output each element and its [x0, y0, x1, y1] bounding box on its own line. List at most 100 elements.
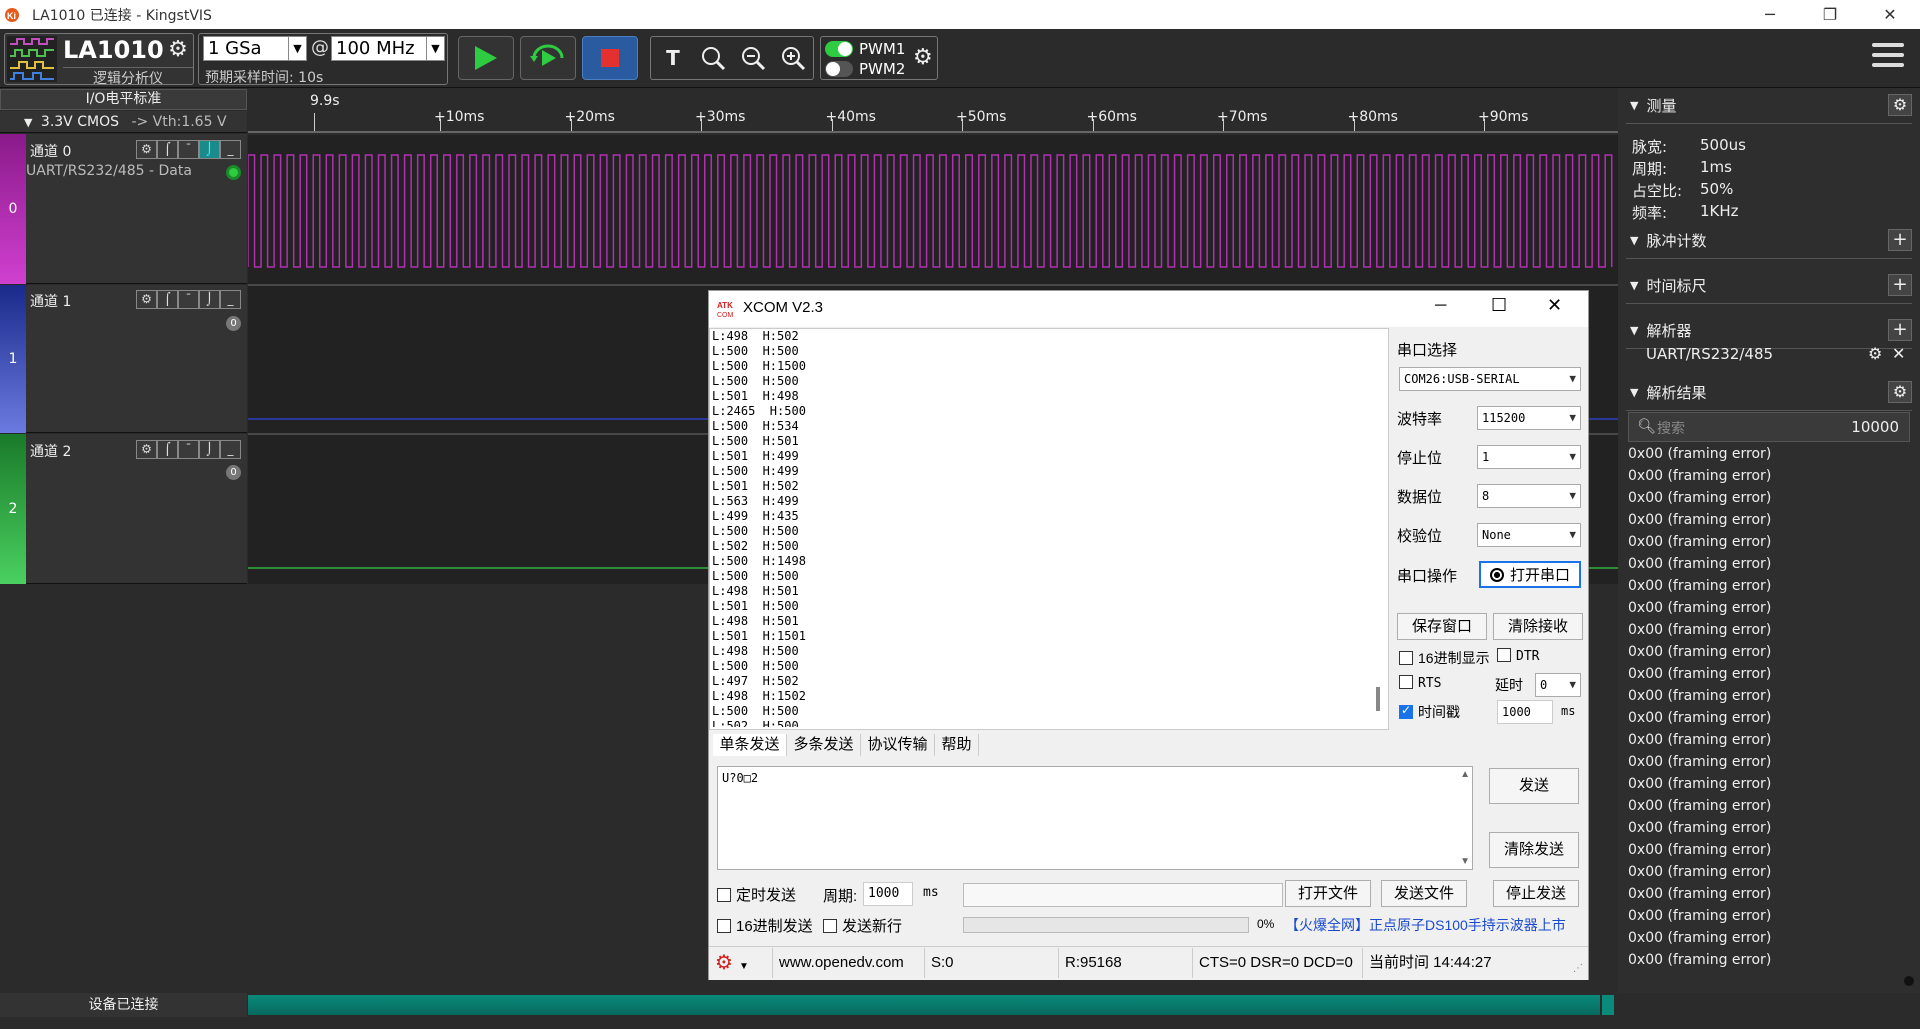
- stop-send-button[interactable]: 停止发送: [1493, 880, 1579, 907]
- add-pulse-count-button[interactable]: +: [1888, 229, 1912, 251]
- text-cursor-icon[interactable]: T: [655, 41, 691, 75]
- channel-2-high-level-icon[interactable]: ¯: [178, 440, 199, 459]
- dtr-checkbox[interactable]: DTR: [1497, 648, 1539, 664]
- result-row[interactable]: 0x00 (framing error): [1628, 490, 1771, 506]
- delay-select[interactable]: 0 ▼: [1535, 673, 1581, 697]
- pwm-settings-gear-icon[interactable]: ⚙: [913, 45, 933, 70]
- period-input[interactable]: 1000: [863, 882, 913, 906]
- hex-send-checkbox[interactable]: 16进制发送: [717, 915, 813, 936]
- rts-checkbox[interactable]: RTS: [1399, 675, 1441, 691]
- start-button[interactable]: [458, 36, 514, 80]
- clear-receive-button[interactable]: 清除接收: [1493, 613, 1583, 640]
- result-row[interactable]: 0x00 (framing error): [1628, 556, 1771, 572]
- data-bits-select[interactable]: 8 ▼: [1477, 484, 1581, 508]
- device-settings-gear-icon[interactable]: ⚙: [165, 37, 191, 63]
- channel-0-gear-icon[interactable]: ⚙: [136, 140, 157, 159]
- results-settings-gear-icon[interactable]: ⚙: [1888, 381, 1912, 403]
- send-tab[interactable]: 单条发送: [713, 734, 787, 756]
- settings-gear-icon[interactable]: ⚙ ▼: [709, 948, 773, 978]
- menu-hamburger-icon[interactable]: [1872, 43, 1904, 73]
- hex-display-checkbox[interactable]: 16进制显示: [1399, 648, 1490, 668]
- result-row[interactable]: 0x00 (framing error): [1628, 644, 1771, 660]
- channel-0-low-level-icon[interactable]: _: [220, 140, 241, 159]
- io-standard-select[interactable]: ▼ 3.3V CMOS -> Vth:1.65 V: [0, 111, 247, 133]
- stop-button[interactable]: [582, 36, 638, 80]
- zoom-out-icon[interactable]: [735, 41, 771, 75]
- xcom-minimize-button[interactable]: ─: [1435, 297, 1446, 315]
- zoom-in-icon[interactable]: [775, 41, 811, 75]
- result-row[interactable]: 0x00 (framing error): [1628, 666, 1771, 682]
- channel-0-rising-edge-icon[interactable]: ⌠: [157, 140, 178, 159]
- port-select[interactable]: COM26:USB-SERIAL ▼: [1399, 367, 1581, 391]
- search-input[interactable]: 搜索: [1657, 418, 1685, 438]
- result-row[interactable]: 0x00 (framing error): [1628, 754, 1771, 770]
- sample-depth-select[interactable]: 1 GSa ▼: [203, 36, 307, 61]
- result-row[interactable]: 0x00 (framing error): [1628, 886, 1771, 902]
- timeline-ruler[interactable]: 9.9s +10ms +20ms +30ms +40ms +50ms +60ms +70ms…: [248, 89, 1618, 133]
- result-row[interactable]: 0x00 (framing error): [1628, 688, 1771, 704]
- add-analyzer-button[interactable]: +: [1888, 319, 1912, 341]
- channel-1-rising-edge-icon[interactable]: ⌠: [157, 290, 178, 309]
- measure-section[interactable]: ▼ 测量 ⚙: [1626, 88, 1912, 124]
- send-button[interactable]: 发送: [1489, 768, 1579, 804]
- channel-1-high-level-icon[interactable]: ¯: [178, 290, 199, 309]
- send-newline-checkbox[interactable]: 发送新行: [823, 915, 902, 936]
- minimize-button[interactable]: ─: [1740, 0, 1800, 29]
- file-path-input[interactable]: [963, 883, 1283, 907]
- stop-bits-select[interactable]: 1 ▼: [1477, 445, 1581, 469]
- result-row[interactable]: 0x00 (framing error): [1628, 512, 1771, 528]
- zoom-fit-icon[interactable]: [695, 41, 731, 75]
- result-row[interactable]: 0x00 (framing error): [1628, 710, 1771, 726]
- result-row[interactable]: 0x00 (framing error): [1628, 930, 1771, 946]
- channel-1-falling-edge-icon[interactable]: ⌡: [199, 290, 220, 309]
- results-section[interactable]: ▼ 解析结果 ⚙: [1626, 375, 1912, 411]
- xcom-close-button[interactable]: ✕: [1547, 295, 1562, 316]
- open-file-button[interactable]: 打开文件: [1285, 880, 1371, 907]
- website-link[interactable]: www.openedv.com: [773, 948, 925, 978]
- send-textarea[interactable]: U?0□2 ▲ ▼: [717, 766, 1473, 870]
- results-scroll-indicator[interactable]: [1904, 976, 1914, 986]
- send-tab[interactable]: 多条发送: [787, 734, 861, 756]
- overview-scroll-end[interactable]: [1602, 995, 1614, 1015]
- timestamp-checkbox[interactable]: 时间戳: [1399, 702, 1460, 722]
- open-port-button[interactable]: 打开串口: [1479, 561, 1581, 588]
- channel-0-falling-edge-icon[interactable]: ⌡: [199, 140, 220, 159]
- send-file-button[interactable]: 发送文件: [1381, 880, 1467, 907]
- receive-area[interactable]: L:498 H:502 L:500 H:500 L:500 H:1500 L:500 …: [709, 328, 1389, 730]
- analyzer-remove-close-icon[interactable]: ✕: [1892, 344, 1905, 363]
- result-row[interactable]: 0x00 (framing error): [1628, 732, 1771, 748]
- scroll-up-icon[interactable]: ▲: [1460, 769, 1470, 780]
- close-button[interactable]: ✕: [1860, 0, 1920, 29]
- maximize-button[interactable]: ❐: [1800, 0, 1860, 29]
- repeat-start-button[interactable]: [520, 36, 576, 80]
- result-row[interactable]: 0x00 (framing error): [1628, 468, 1771, 484]
- receive-scrollbar[interactable]: [1376, 687, 1380, 711]
- sample-rate-select[interactable]: 100 MHz ▼: [331, 36, 445, 61]
- pwm2-toggle[interactable]: [825, 61, 853, 77]
- result-row[interactable]: 0x00 (framing error): [1628, 820, 1771, 836]
- analyzer-item[interactable]: UART/RS232/485: [1646, 345, 1773, 363]
- timestamp-interval-input[interactable]: 1000: [1497, 700, 1553, 724]
- result-row[interactable]: 0x00 (framing error): [1628, 776, 1771, 792]
- baud-select[interactable]: 115200 ▼: [1477, 406, 1581, 430]
- parity-select[interactable]: None ▼: [1477, 523, 1581, 547]
- channel-2-gear-icon[interactable]: ⚙: [136, 440, 157, 459]
- overview-scrollbar[interactable]: [248, 995, 1600, 1015]
- channel-1-gear-icon[interactable]: ⚙: [136, 290, 157, 309]
- channel-2-falling-edge-icon[interactable]: ⌡: [199, 440, 220, 459]
- result-row[interactable]: 0x00 (framing error): [1628, 908, 1771, 924]
- results-search[interactable]: 🔍︎ 搜索 10000: [1628, 412, 1910, 442]
- timer-section[interactable]: ▼ 时间标尺 +: [1626, 268, 1912, 304]
- add-timer-button[interactable]: +: [1888, 274, 1912, 296]
- pwm1-toggle[interactable]: [825, 41, 853, 57]
- channel-2-low-level-icon[interactable]: _: [220, 440, 241, 459]
- result-row[interactable]: 0x00 (framing error): [1628, 446, 1771, 462]
- channel-1-low-level-icon[interactable]: _: [220, 290, 241, 309]
- analyzer-settings-gear-icon[interactable]: ⚙: [1868, 344, 1882, 363]
- send-tab[interactable]: 帮助: [935, 734, 979, 756]
- result-row[interactable]: 0x00 (framing error): [1628, 864, 1771, 880]
- send-tab[interactable]: 协议传输: [861, 734, 935, 756]
- result-row[interactable]: 0x00 (framing error): [1628, 578, 1771, 594]
- ad-link[interactable]: 【火爆全网】正点原子DS100手持示波器上市: [1285, 915, 1566, 935]
- measure-settings-gear-icon[interactable]: ⚙: [1888, 94, 1912, 116]
